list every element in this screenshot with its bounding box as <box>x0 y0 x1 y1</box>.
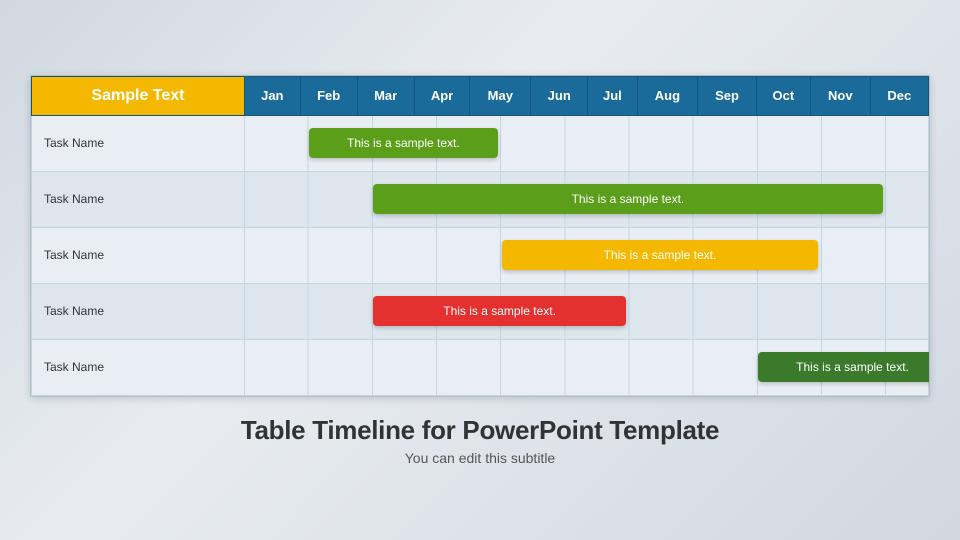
task-name-cell: Task Name <box>32 115 245 171</box>
bar-container-cell: This is a sample text. <box>244 227 928 283</box>
gantt-table: Sample Text Jan Feb Mar Apr May Jun Jul … <box>31 76 929 396</box>
task-name-cell: Task Name <box>32 339 245 395</box>
task-name-cell: Task Name <box>32 227 245 283</box>
gantt-bar: This is a sample text. <box>373 184 882 214</box>
col-aug: Aug <box>637 76 698 115</box>
col-jan: Jan <box>244 76 300 115</box>
footer-section: Table Timeline for PowerPoint Template Y… <box>241 415 719 466</box>
task-name-cell: Task Name <box>32 283 245 339</box>
bar-container-cell: This is a sample text. <box>244 283 928 339</box>
col-apr: Apr <box>414 76 470 115</box>
table-row: Task Name This is a sample text. <box>32 283 929 339</box>
col-jun: Jun <box>531 76 588 115</box>
table-row: Task Name This is a sample text. <box>32 115 929 171</box>
table-row: Task Name This is a sample text. <box>32 339 929 395</box>
bar-container-cell: This is a sample text. <box>244 339 928 395</box>
header-row: Sample Text Jan Feb Mar Apr May Jun Jul … <box>32 76 929 115</box>
bar-container-cell: This is a sample text. <box>244 171 928 227</box>
col-nov: Nov <box>811 76 871 115</box>
footer-title: Table Timeline for PowerPoint Template <box>241 415 719 446</box>
gantt-container: Sample Text Jan Feb Mar Apr May Jun Jul … <box>30 75 930 397</box>
col-sep: Sep <box>698 76 756 115</box>
gantt-bar: This is a sample text. <box>502 240 819 270</box>
col-feb: Feb <box>300 76 357 115</box>
bar-container-cell: This is a sample text. <box>244 115 928 171</box>
col-dec: Dec <box>870 76 928 115</box>
gantt-bar: This is a sample text. <box>373 296 626 326</box>
task-name-cell: Task Name <box>32 171 245 227</box>
col-may: May <box>470 76 531 115</box>
header-title: Sample Text <box>32 76 245 115</box>
footer-subtitle: You can edit this subtitle <box>241 450 719 466</box>
table-row: Task Name This is a sample text. <box>32 171 929 227</box>
col-oct: Oct <box>756 76 810 115</box>
col-jul: Jul <box>588 76 637 115</box>
gantt-bar: This is a sample text. <box>758 352 930 382</box>
col-mar: Mar <box>357 76 414 115</box>
gantt-bar: This is a sample text. <box>309 128 498 158</box>
table-row: Task Name This is a sample text. <box>32 227 929 283</box>
